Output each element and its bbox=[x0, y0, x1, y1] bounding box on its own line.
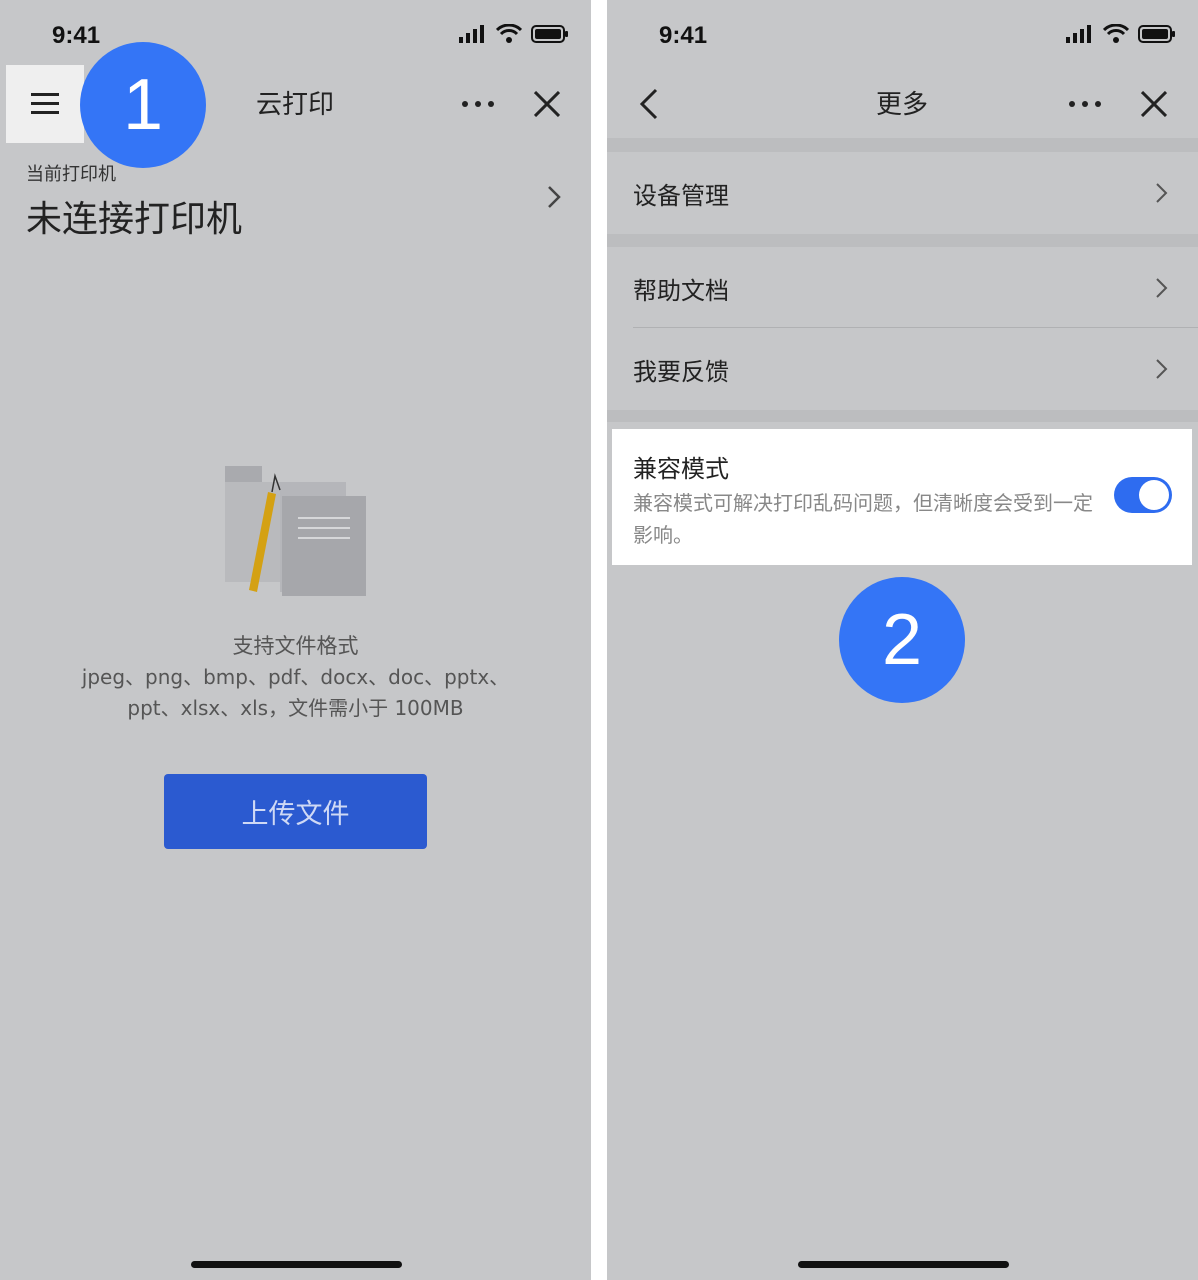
battery-icon bbox=[1138, 24, 1175, 43]
step-badge-2: 2 bbox=[839, 577, 965, 703]
section-gap bbox=[607, 410, 1198, 422]
menu-item-device-management[interactable]: 设备管理 bbox=[607, 152, 1198, 234]
status-icons bbox=[1066, 24, 1176, 43]
hamburger-icon bbox=[31, 93, 59, 114]
formats-line-2: ppt、xlsx、xls，文件需小于 100MB bbox=[127, 696, 464, 720]
back-icon[interactable] bbox=[639, 88, 659, 120]
close-icon[interactable] bbox=[1141, 91, 1167, 117]
formats-line-1: jpeg、png、bmp、pdf、docx、doc、pptx、 bbox=[81, 665, 510, 689]
chevron-right-icon bbox=[1156, 183, 1168, 203]
compat-mode-card: 兼容模式 兼容模式可解决打印乱码问题，但清晰度会受到一定影响。 bbox=[612, 429, 1192, 565]
more-screen: 9:41 更多 设备管理 帮助文档 我要反馈 兼容模式 兼容模式可解决打印乱码问… bbox=[607, 0, 1198, 1280]
compat-mode-toggle[interactable] bbox=[1114, 477, 1172, 513]
more-icon[interactable] bbox=[1069, 101, 1101, 107]
menu-item-label: 帮助文档 bbox=[633, 277, 729, 305]
chevron-right-icon bbox=[1156, 359, 1168, 379]
menu-item-help-docs[interactable]: 帮助文档 bbox=[607, 247, 1198, 327]
formats-title: 支持文件格式 bbox=[232, 634, 359, 658]
upload-button[interactable]: 上传文件 bbox=[164, 774, 427, 849]
current-printer-label: 当前打印机 bbox=[26, 164, 116, 185]
status-time: 9:41 bbox=[659, 22, 708, 49]
home-indicator bbox=[798, 1261, 1009, 1268]
close-icon[interactable] bbox=[534, 91, 560, 117]
menu-item-label: 设备管理 bbox=[633, 182, 729, 210]
section-gap bbox=[607, 234, 1198, 247]
status-icons bbox=[459, 24, 569, 43]
menu-item-feedback[interactable]: 我要反馈 bbox=[607, 328, 1198, 410]
menu-button[interactable] bbox=[6, 65, 84, 143]
more-icon[interactable] bbox=[462, 101, 494, 107]
status-time: 9:41 bbox=[52, 22, 101, 49]
page-title: 云打印 bbox=[255, 90, 334, 120]
formats-list: jpeg、png、bmp、pdf、docx、doc、pptx、 ppt、xlsx… bbox=[50, 662, 541, 724]
chevron-right-icon bbox=[1156, 278, 1168, 298]
compat-mode-description: 兼容模式可解决打印乱码问题，但清晰度会受到一定影响。 bbox=[633, 491, 1093, 547]
menu-item-label: 我要反馈 bbox=[633, 358, 729, 386]
section-gap bbox=[607, 138, 1198, 152]
compat-mode-title: 兼容模式 bbox=[633, 455, 729, 483]
home-indicator bbox=[191, 1261, 402, 1268]
wifi-icon bbox=[496, 24, 522, 43]
wifi-icon bbox=[1103, 24, 1129, 43]
toggle-knob bbox=[1139, 480, 1169, 510]
chevron-right-icon[interactable] bbox=[547, 185, 561, 209]
current-printer-value[interactable]: 未连接打印机 bbox=[26, 190, 242, 242]
cloud-print-screen: 9:41 1 云打印 当前打印机 未连接打印机 支持文件格式 jpeg、png、… bbox=[0, 0, 591, 1280]
battery-icon bbox=[531, 24, 568, 43]
document-illustration bbox=[225, 466, 366, 596]
signal-icon bbox=[1066, 24, 1091, 43]
signal-icon bbox=[459, 24, 484, 43]
page-title: 更多 bbox=[875, 90, 928, 120]
